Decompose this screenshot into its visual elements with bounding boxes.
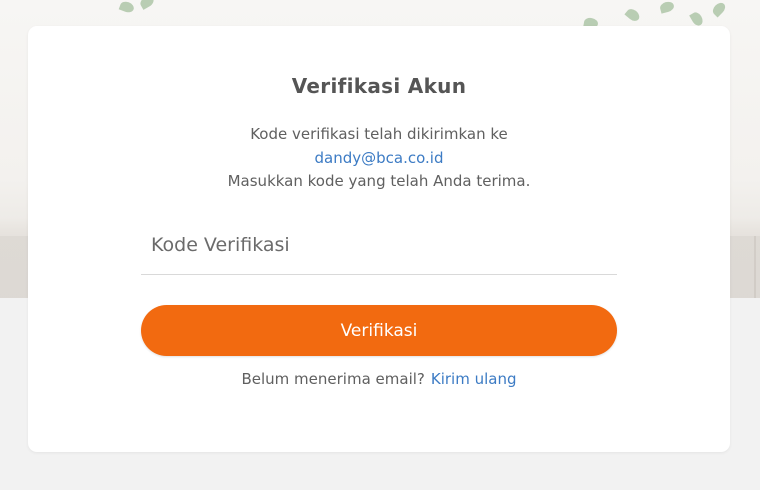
leaf-decoration <box>138 0 156 10</box>
leaf-decoration <box>118 0 136 15</box>
leaf-decoration <box>658 0 676 14</box>
resend-prompt: Belum menerima email? <box>241 370 425 388</box>
leaf-decoration <box>689 10 705 28</box>
leaf-decoration <box>624 6 642 24</box>
recipient-email: dandy@bca.co.id <box>314 148 444 167</box>
page-title: Verifikasi Akun <box>291 74 467 98</box>
description-line-sent: Kode verifikasi telah dikirimkan ke <box>250 125 508 143</box>
verification-card: Verifikasi Akun Kode verifikasi telah di… <box>28 26 730 452</box>
resend-link[interactable]: Kirim ulang <box>431 370 517 388</box>
verification-code-input[interactable] <box>141 222 617 268</box>
verify-button[interactable]: Verifikasi <box>141 305 617 356</box>
verification-code-field-wrapper <box>141 222 617 275</box>
description-line-instruction: Masukkan kode yang telah Anda terima. <box>227 172 531 190</box>
verification-description: Kode verifikasi telah dikirimkan ke dand… <box>28 123 730 194</box>
resend-row: Belum menerima email? Kirim ulang <box>28 370 730 388</box>
leaf-decoration <box>710 0 728 18</box>
